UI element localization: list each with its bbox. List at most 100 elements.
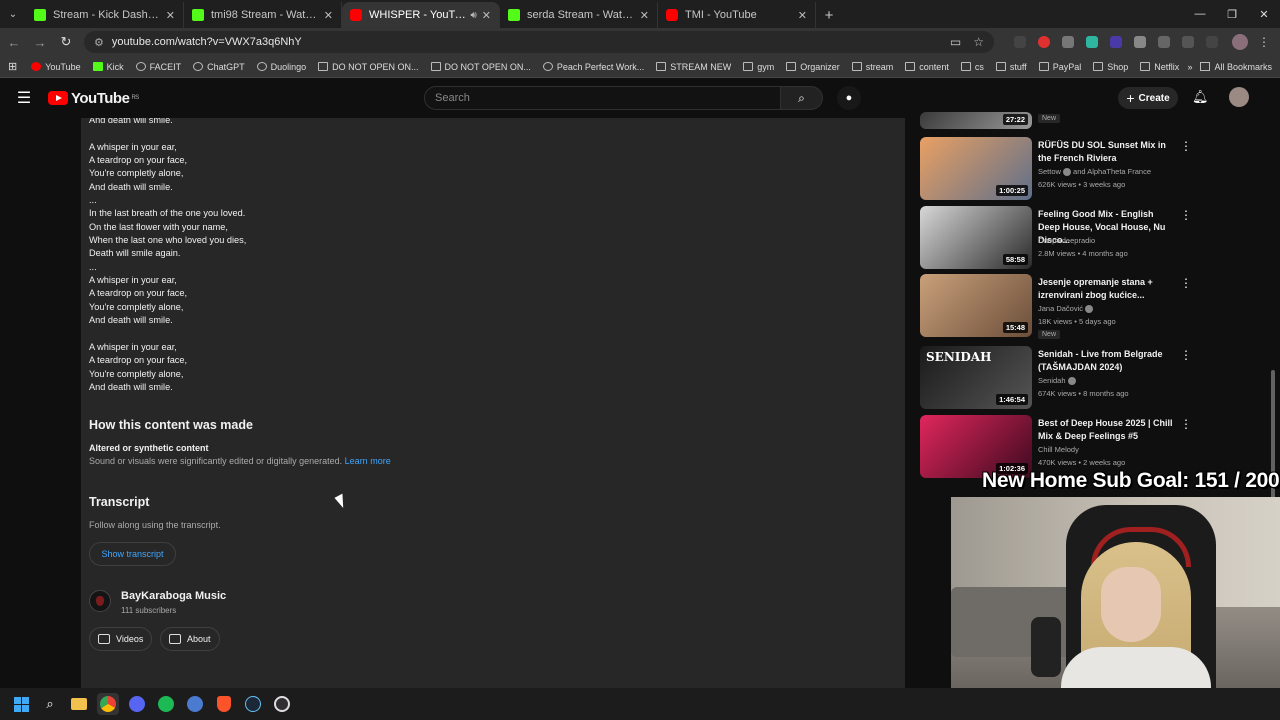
bookmark-item[interactable]: Peach Perfect Work... [542,62,644,72]
search-icon[interactable]: ⌕ [39,693,61,715]
spotify-icon[interactable] [155,693,177,715]
brave-icon[interactable] [213,693,235,715]
maximize-icon[interactable]: ❐ [1216,0,1248,28]
close-tab-icon[interactable]: ✕ [482,9,491,22]
create-button[interactable]: + Create [1118,87,1178,109]
search-icon[interactable]: ⌕ [781,86,823,110]
streamer-webcam-overlay [951,497,1280,720]
youtube-logo[interactable]: YouTube RS [48,90,139,107]
cast-icon[interactable]: ▭ [950,35,961,49]
channel-avatar[interactable] [89,590,111,612]
extension-icon[interactable] [1038,36,1050,48]
notifications-bell-icon[interactable]: 🔔︎ [1192,89,1209,105]
video-title[interactable]: Best of Deep House 2025 | Chill Mix & De… [1038,417,1176,443]
all-bookmarks[interactable]: » All Bookmarks [1187,62,1272,72]
video-thumbnail[interactable]: 15:48 [920,274,1032,337]
site-info-icon[interactable]: ⚙ [94,36,104,49]
video-title[interactable]: RÜFÜS DU SOL Sunset Mix in the French Ri… [1038,139,1176,165]
microphone-icon[interactable]: ● [837,86,861,110]
account-avatar[interactable] [1229,87,1249,107]
bookmark-item[interactable]: PayPal [1038,62,1081,72]
video-title[interactable]: Jesenje opremanje stana + izrenvirani zb… [1038,276,1176,302]
apps-grid-icon[interactable]: ⊞ [8,60,17,73]
bookmark-item[interactable]: DO NOT OPEN ON... [318,62,419,72]
bookmark-item[interactable]: Kick [92,62,124,72]
bookmark-star-icon[interactable]: ☆ [973,35,984,49]
steam-icon[interactable] [242,693,264,715]
bookmark-item[interactable]: ChatGPT [193,62,245,72]
bookmark-item[interactable]: DO NOT OPEN ON... [430,62,531,72]
browser-tab[interactable]: serda Stream - Watch Live on Kick ✕ [500,2,658,28]
close-tab-icon[interactable]: ✕ [640,9,649,22]
show-transcript-button[interactable]: Show transcript [89,542,176,566]
extension-icon[interactable] [1158,36,1170,48]
reload-icon[interactable]: ↻ [54,30,78,54]
channel-videos-button[interactable]: Videos [89,627,153,651]
browser-tab[interactable]: TMI - YouTube ✕ [658,2,816,28]
youtube-favicon-icon [350,9,362,21]
extension-icon[interactable] [1086,36,1098,48]
more-menu-icon[interactable]: ⋮ [1258,35,1270,49]
bookmark-item[interactable]: STREAM NEW [656,62,731,72]
extension-icon[interactable] [1134,36,1146,48]
browser-tab[interactable]: Stream - Kick Dashboard ✕ [26,2,184,28]
extension-icon[interactable] [1014,36,1026,48]
video-thumbnail[interactable]: SENIDAH 1:46:54 [920,346,1032,409]
discord-icon[interactable] [126,693,148,715]
menu-icon[interactable]: ☰ [0,88,48,108]
windows-start-icon[interactable] [10,693,32,715]
recommended-video[interactable]: 58:58 Feeling Good Mix - English Deep Hou… [920,206,1195,270]
extensions-puzzle-icon[interactable] [1182,36,1194,48]
file-explorer-icon[interactable] [68,693,90,715]
chrome-icon[interactable] [97,693,119,715]
video-title[interactable]: Senidah - Live from Belgrade (TAŠMAJDAN … [1038,348,1176,374]
extension-icon[interactable] [1110,36,1122,48]
close-window-icon[interactable]: ✕ [1248,0,1280,28]
close-tab-icon[interactable]: ✕ [798,9,807,22]
forward-icon[interactable]: → [28,30,52,54]
bookmark-item[interactable]: Duolingo [256,62,306,72]
more-options-icon[interactable]: ⋮ [1180,348,1192,362]
bookmark-item[interactable]: content [905,62,949,72]
search-input[interactable]: Search [424,86,781,110]
bookmarks-overflow-icon[interactable]: » [1187,62,1192,72]
profile-avatar[interactable] [1232,34,1248,50]
channel-about-button[interactable]: About [160,627,220,651]
extension-icon[interactable] [1062,36,1074,48]
bookmark-item[interactable]: Netflix [1140,62,1179,72]
minimize-icon[interactable]: — [1184,0,1216,28]
recommended-video[interactable]: 1:00:25 RÜFÜS DU SOL Sunset Mix in the Fr… [920,137,1195,201]
bookmark-item[interactable]: FACEIT [135,62,181,72]
bookmark-item[interactable]: cs [960,62,984,72]
bookmark-item[interactable]: Organizer [786,62,840,72]
close-tab-icon[interactable]: ✕ [324,9,333,22]
browser-tab[interactable]: tmi98 Stream - Watch Live on Kick ✕ [184,2,342,28]
new-tab-icon[interactable]: + [816,2,842,28]
close-tab-icon[interactable]: ✕ [166,9,175,22]
learn-more-link[interactable]: Learn more [345,456,391,466]
bookmark-item[interactable]: gym [743,62,774,72]
reading-list-icon[interactable] [1206,36,1218,48]
more-options-icon[interactable]: ⋮ [1180,139,1192,153]
more-options-icon[interactable]: ⋮ [1180,208,1192,222]
video-thumbnail[interactable]: 27:22 [920,112,1032,129]
recommended-video[interactable]: 15:48 Jesenje opremanje stana + izrenvira… [920,274,1195,339]
more-options-icon[interactable]: ⋮ [1180,276,1192,290]
tab-search-icon[interactable]: ⌄ [0,0,26,28]
video-thumbnail[interactable]: 58:58 [920,206,1032,269]
audio-playing-icon[interactable]: 🔊︎ [470,10,476,21]
app-icon[interactable] [184,693,206,715]
bookmark-item[interactable]: stream [851,62,893,72]
bookmark-item[interactable]: Shop [1093,62,1128,72]
bookmark-item[interactable]: stuff [995,62,1027,72]
channel-name[interactable]: BayKaraboga Music [121,590,226,602]
back-icon[interactable]: ← [2,30,26,54]
more-options-icon[interactable]: ⋮ [1180,417,1192,431]
bookmark-item[interactable]: YouTube [31,62,81,72]
recommended-video[interactable]: SENIDAH 1:46:54 Senidah - Live from Belgra… [920,346,1195,410]
obs-icon[interactable] [271,693,293,715]
address-bar[interactable]: ⚙ youtube.com/watch?v=VWX7a3q6NhY ▭ ☆ [84,31,994,53]
channel-label: Jana Dačović [1038,304,1084,313]
video-thumbnail[interactable]: 1:00:25 [920,137,1032,200]
browser-tab[interactable]: WHISPER - YouTube 🔊︎ ✕ [342,2,500,28]
